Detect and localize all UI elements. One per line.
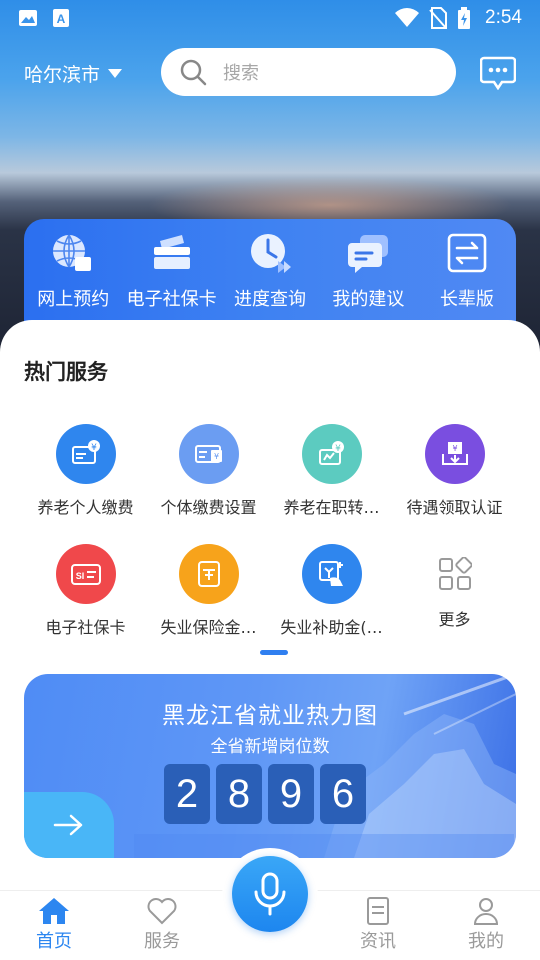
pension-payment-icon: ¥ [55, 424, 116, 484]
search-bar[interactable]: 搜索 [161, 48, 456, 96]
quick-item-label: 电子社保卡 [126, 289, 217, 310]
service-more[interactable]: 更多 [387, 544, 522, 630]
search-placeholder: 搜索 [223, 63, 259, 84]
chat-bubbles-icon [346, 231, 390, 275]
city-label: 哈尔滨市 [24, 64, 101, 86]
nav-label: 资讯 [360, 931, 396, 952]
service-label: 个体缴费设置 [160, 498, 257, 517]
service-pension-payment[interactable]: ¥ 养老个人缴费 [18, 424, 153, 518]
svg-text:¥: ¥ [91, 443, 97, 453]
service-unemployment-subsidy[interactable]: 失业补助金(… [264, 544, 399, 638]
message-button[interactable] [479, 56, 517, 91]
service-benefit-certification[interactable]: ¥ 待遇领取认证 [387, 424, 522, 518]
svg-text:SI: SI [75, 571, 84, 581]
nav-services[interactable]: 服务 [132, 897, 192, 953]
switch-arrows-icon [445, 231, 489, 275]
quick-item-e-card[interactable]: 电子社保卡 [122, 219, 220, 327]
svg-text:¥: ¥ [213, 452, 218, 461]
quick-item-progress[interactable]: 进度查询 [221, 219, 319, 327]
page-indicator [260, 650, 288, 655]
no-sim-icon [429, 7, 448, 29]
more-grid-icon [425, 544, 485, 604]
svg-text:¥: ¥ [452, 444, 457, 453]
svg-text:A: A [57, 12, 66, 26]
digit: 8 [216, 764, 262, 824]
quick-item-label: 网上预约 [37, 289, 110, 310]
message-icon [479, 56, 517, 91]
quick-item-online-booking[interactable]: 网上预约 [24, 219, 122, 327]
payment-settings-icon: ¥ [178, 424, 239, 484]
quick-item-suggestion[interactable]: 我的建议 [319, 219, 417, 327]
unemployment-insurance-icon [178, 544, 239, 604]
banner-arrow-button[interactable] [24, 792, 114, 858]
banner-subtitle: 全省新增岗位数 [210, 737, 330, 757]
nav-label: 我的 [468, 931, 504, 952]
user-icon [473, 898, 499, 925]
microphone-icon [254, 872, 286, 916]
image-notification-icon [19, 10, 37, 26]
service-label: 失业保险金… [160, 618, 257, 637]
quick-item-label: 长辈版 [439, 289, 494, 310]
pension-transfer-icon: ¥ [301, 424, 362, 484]
quick-item-elder-mode[interactable]: 长辈版 [418, 219, 516, 327]
battery-icon [458, 7, 471, 29]
service-e-social-card[interactable]: SI 电子社保卡 [18, 544, 153, 638]
service-label: 养老在职转… [283, 498, 380, 517]
caret-down-icon [108, 69, 123, 78]
clock-time: 2:54 [485, 7, 522, 28]
main-card: 热门服务 ¥ 养老个人缴费 ¥ 个体缴费设置 ¥ 养老在职转… ¥ 待遇领取认证 [0, 320, 540, 900]
service-label: 更多 [438, 610, 471, 629]
svg-text:¥: ¥ [335, 444, 341, 454]
globe-icon [51, 231, 95, 275]
banner-title: 黑龙江省就业热力图 [162, 703, 378, 729]
service-pension-transfer[interactable]: ¥ 养老在职转… [264, 424, 399, 518]
voice-assistant-button[interactable] [232, 856, 308, 932]
clock-icon [248, 231, 292, 275]
status-bar: A 2:54 [0, 0, 540, 36]
arrow-right-icon [53, 814, 83, 836]
social-card-icon: SI [55, 544, 116, 604]
employment-heatmap-banner[interactable]: 黑龙江省就业热力图 全省新增岗位数 2 8 9 6 [24, 674, 516, 858]
quick-menu: 网上预约 电子社保卡 进度查询 我的建议 长辈版 [24, 219, 516, 327]
unemployment-subsidy-icon [301, 544, 362, 604]
service-label: 电子社保卡 [45, 618, 126, 637]
digit: 2 [164, 764, 210, 824]
nav-mine[interactable]: 我的 [456, 897, 516, 953]
service-label: 养老个人缴费 [37, 498, 134, 517]
service-individual-payment-settings[interactable]: ¥ 个体缴费设置 [141, 424, 276, 518]
hot-services-title: 热门服务 [24, 360, 108, 384]
nav-home[interactable]: 首页 [24, 897, 84, 953]
service-label: 失业补助金(… [280, 618, 383, 637]
benefit-certification-icon: ¥ [424, 424, 485, 484]
quick-item-label: 进度查询 [234, 289, 307, 310]
home-icon [39, 898, 69, 924]
nav-news[interactable]: 资讯 [348, 897, 408, 953]
heart-icon [147, 898, 177, 925]
quick-item-label: 我的建议 [332, 289, 405, 310]
job-count-digits: 2 8 9 6 [164, 764, 366, 824]
search-icon [180, 59, 207, 86]
nav-label: 服务 [144, 931, 180, 952]
top-bar: 哈尔滨市 搜索 [0, 48, 540, 98]
city-selector[interactable]: 哈尔滨市 [24, 60, 123, 87]
service-unemployment-insurance[interactable]: 失业保险金… [141, 544, 276, 638]
card-stack-icon [150, 231, 194, 275]
service-label: 待遇领取认证 [406, 498, 503, 517]
a-notification-icon: A [53, 9, 69, 27]
document-icon [367, 897, 389, 925]
digit: 6 [320, 764, 366, 824]
nav-label: 首页 [36, 931, 72, 952]
digit: 9 [268, 764, 314, 824]
wifi-icon [395, 8, 420, 27]
